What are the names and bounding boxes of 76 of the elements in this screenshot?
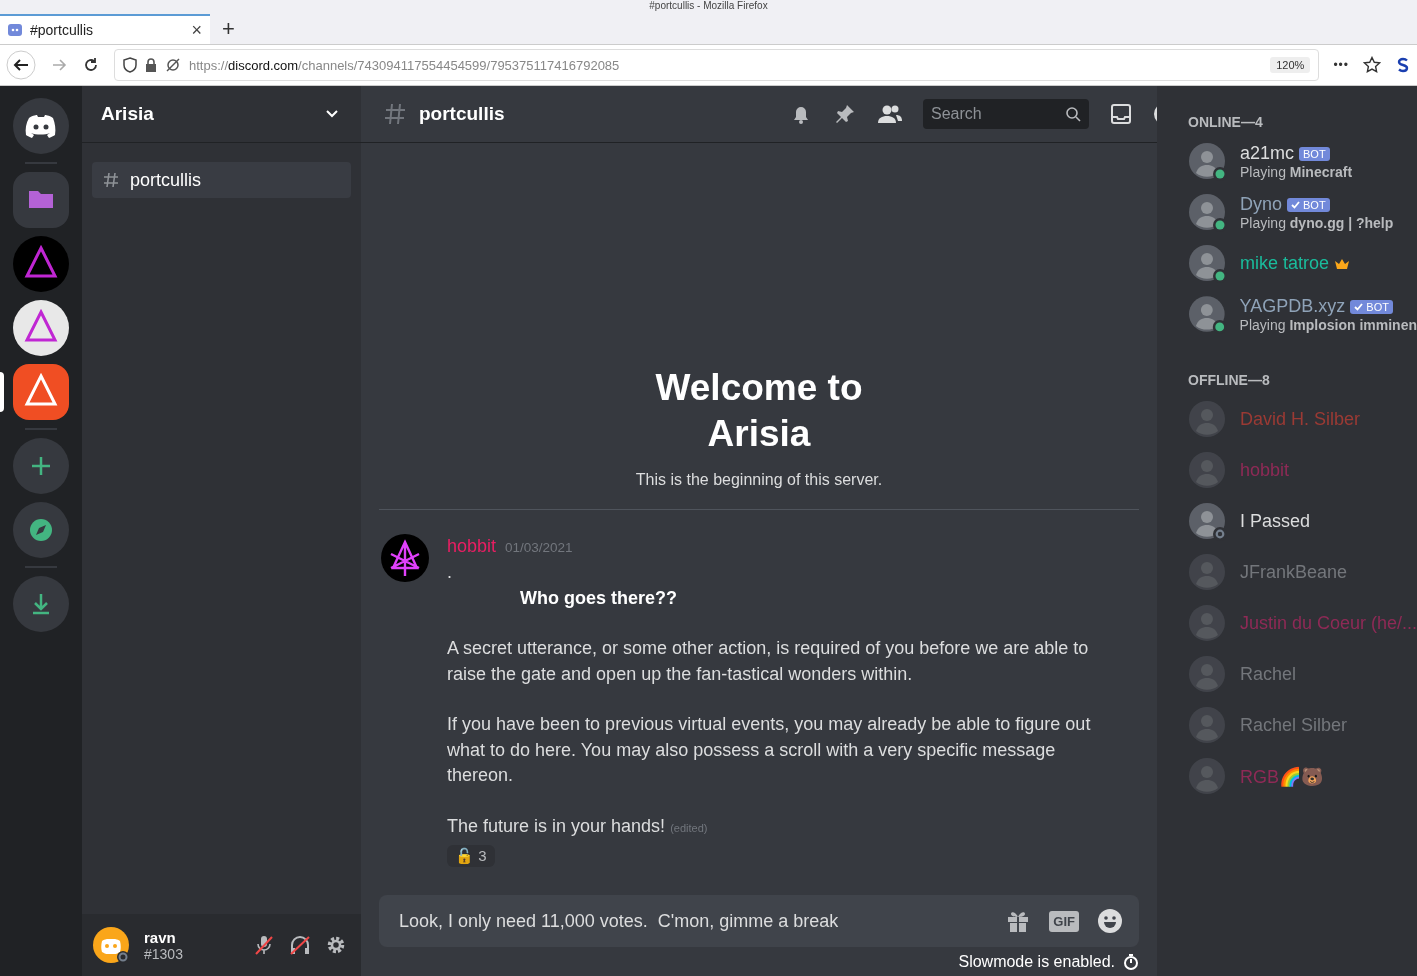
- folder-icon[interactable]: [13, 172, 69, 228]
- address-bar[interactable]: https://discord.com/channels/743094117554454599/795375117416792085 120%: [114, 49, 1320, 81]
- discord-home-icon[interactable]: [13, 98, 69, 154]
- server-icon[interactable]: [13, 364, 69, 420]
- page-actions-button[interactable]: •••: [1333, 58, 1349, 72]
- window-title: #portcullis - Mozilla Firefox: [649, 0, 768, 12]
- member-name: YAGPDB.xyz: [1239, 296, 1346, 317]
- member-group-heading: OFFLINE—8: [1188, 372, 1271, 388]
- chevron-down-icon: [325, 109, 339, 119]
- discord-icon: [8, 24, 22, 36]
- new-tab-button[interactable]: +: [210, 14, 247, 44]
- username: ravn: [144, 928, 177, 946]
- member-name: I Passed: [1240, 511, 1311, 532]
- member-name: RGB🌈🐻: [1240, 765, 1323, 788]
- channel-title: portcullis: [419, 103, 505, 125]
- checkmark-icon: [1291, 200, 1301, 209]
- edited-label: (edited): [670, 821, 708, 834]
- member-name: mike tatroe: [1240, 253, 1330, 274]
- message-text: A secret utterance, or some other action, is required of you before we are able to raise the gate and open up the fan-tastical wonders within.: [447, 637, 1090, 686]
- zoom-level[interactable]: 120%: [1270, 57, 1311, 73]
- stopwatch-icon: [1123, 952, 1139, 971]
- member-activity: Playing dyno.gg | ?help: [1240, 215, 1394, 231]
- lock-icon: [145, 58, 157, 72]
- message-text: .: [447, 561, 453, 584]
- close-tab-button[interactable]: ×: [191, 19, 202, 41]
- extension-icon[interactable]: [1395, 57, 1411, 73]
- search-field[interactable]: Search: [923, 99, 1089, 129]
- bot-tag: BOT: [1287, 197, 1330, 212]
- shield-icon: [123, 57, 137, 73]
- message-input[interactable]: Look, I only need 11,000 votes. C'mon, gimme a break: [397, 909, 988, 933]
- deafened-headphones-icon[interactable]: [289, 934, 311, 956]
- member-name: Rachel Silber: [1240, 715, 1348, 736]
- reload-icon[interactable]: [82, 56, 100, 74]
- timestamp: 01/03/2021: [505, 538, 573, 557]
- user-tag: #1303: [144, 945, 183, 962]
- member-name: hobbit: [1240, 460, 1290, 481]
- author-avatar: [381, 533, 429, 582]
- member-name: a21mc: [1240, 143, 1295, 164]
- member-activity: Playing Minecraft: [1240, 164, 1353, 180]
- hashtag-icon: [102, 171, 120, 189]
- message-field[interactable]: Look, I only need 11,000 votes. C'mon, gimme a break GIF: [379, 895, 1139, 947]
- server-icon[interactable]: [13, 300, 69, 356]
- member-activity: Playing Implosion imminen: [1239, 317, 1417, 333]
- back-icon[interactable]: [6, 50, 36, 80]
- bot-tag: BOT: [1350, 299, 1393, 314]
- member-name: Dyno: [1240, 194, 1283, 215]
- star-icon[interactable]: [1363, 56, 1381, 74]
- welcome-title: Welcome to Arisia: [654, 365, 864, 456]
- checkmark-icon: [1354, 302, 1364, 311]
- muted-microphone-icon[interactable]: [253, 934, 275, 956]
- compass-icon[interactable]: [13, 502, 69, 558]
- member-name: David H. Silber: [1240, 409, 1361, 430]
- message-heading: Who goes there??: [519, 586, 678, 610]
- member-name: Rachel: [1240, 664, 1297, 685]
- member-name: JFrankBeane: [1240, 562, 1348, 583]
- search-icon: [1065, 106, 1081, 122]
- welcome-subtitle: This is the beginning of this server.: [634, 470, 884, 489]
- message-text: If you have been to previous virtual events, you may already be able to figure out what to do here. You may also possess a scroll with a very specific message thereon.: [447, 713, 1092, 787]
- slowmode-notice: Slowmode is enabled.: [958, 952, 1115, 971]
- permissions-icon: [165, 57, 181, 73]
- browser-tab[interactable]: #portcullis ×: [0, 14, 210, 44]
- download-icon[interactable]: [13, 576, 69, 632]
- channel-item[interactable]: portcullis: [92, 162, 351, 198]
- reaction-button[interactable]: 🔓 3: [447, 845, 495, 867]
- user-avatar[interactable]: [92, 926, 130, 964]
- member-group-heading: ONLINE—4: [1188, 114, 1264, 130]
- bot-tag: BOT: [1299, 146, 1330, 161]
- inbox-icon[interactable]: [1109, 102, 1133, 126]
- gif-button[interactable]: GIF: [1049, 910, 1079, 932]
- member-name: Justin du Coeur (he/...: [1239, 613, 1417, 634]
- emoji-icon[interactable]: [1097, 908, 1123, 934]
- add-server-icon[interactable]: [13, 438, 69, 494]
- message-text: The future is in your hands!: [447, 815, 666, 836]
- url-text: https://discord.com/channels/743094117554454599/795375117416792085: [189, 57, 620, 73]
- settings-icon[interactable]: [325, 934, 347, 956]
- hashtag-icon: [383, 102, 407, 126]
